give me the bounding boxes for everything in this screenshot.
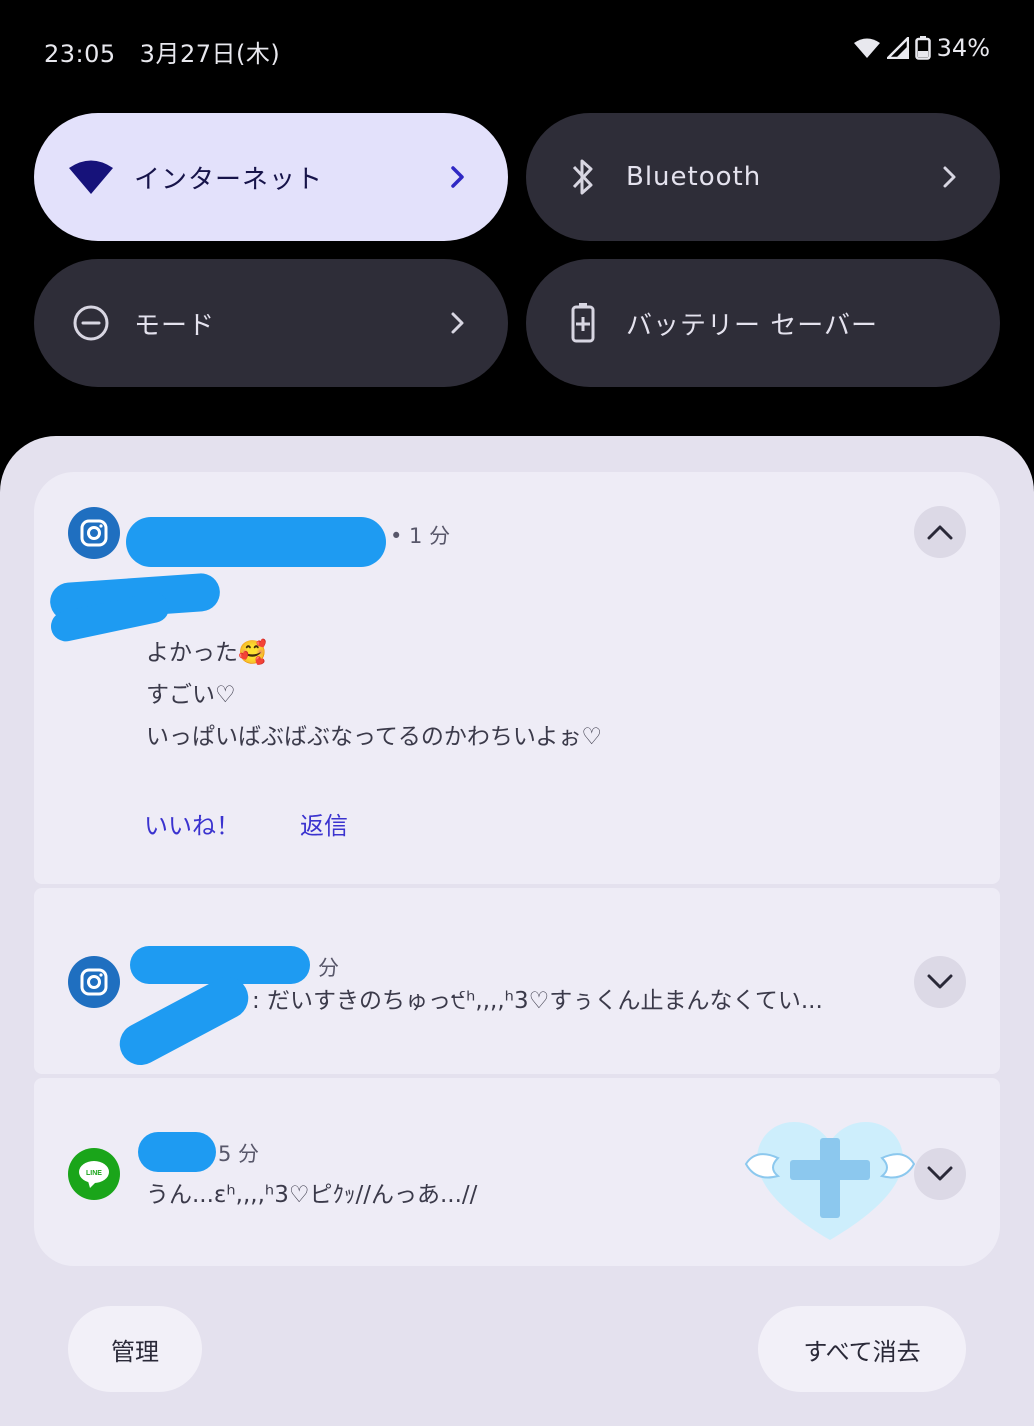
instagram-icon — [68, 507, 120, 559]
status-icons: 34% — [853, 34, 990, 62]
chevron-right-icon — [438, 303, 478, 343]
tile-bluetooth[interactable]: Bluetooth — [526, 113, 1000, 241]
notification-time: 5 分 — [218, 1142, 260, 1166]
manage-button[interactable]: 管理 — [68, 1306, 202, 1392]
tile-internet-label: インターネット — [134, 164, 324, 195]
expand-button[interactable] — [914, 1148, 966, 1200]
do-not-disturb-icon — [66, 298, 116, 348]
svg-text:LINE: LINE — [86, 1170, 102, 1177]
notification-instagram-expanded[interactable]: • 1 分 よかった🥰 すごい♡ いっぱいばぶばぶなってるのかわちいよぉ♡ いい… — [34, 472, 1000, 884]
bluetooth-icon — [558, 152, 608, 202]
battery-saver-icon — [558, 298, 608, 348]
tile-battery-saver-label: バッテリー セーバー — [626, 310, 879, 341]
line-app-icon: LINE — [68, 1148, 120, 1200]
clock: 23:05 — [44, 40, 116, 68]
redacted-sender-stroke — [112, 969, 256, 1073]
redacted-sender — [126, 517, 386, 567]
date: 3月27日(木) — [139, 40, 281, 68]
status-bar: 23:05 3月27日(木) 34% — [0, 0, 1034, 100]
notification-instagram-collapsed[interactable]: 分 : だいすきのちゅっ੯ʰ,,,,ʰ3♡すぅくん止まんなくてい... — [34, 888, 1000, 1074]
message-preview: : だいすきのちゅっ੯ʰ,,,,ʰ3♡すぅくん止まんなくてい... — [252, 988, 823, 1014]
chevron-up-icon — [927, 525, 953, 540]
tile-mode-label: モード — [134, 310, 216, 341]
message-preview: うん...ɛʰ,,,,ʰ3♡ピｸｯ//んっあ...// — [146, 1182, 478, 1208]
notification-time: 分 — [318, 956, 339, 980]
chevron-right-icon — [438, 157, 478, 197]
tile-internet[interactable]: インターネット — [34, 113, 508, 241]
battery-percent: 34% — [936, 34, 990, 62]
wifi-icon — [66, 152, 116, 202]
cell-signal-icon — [886, 37, 909, 59]
collapse-button[interactable] — [914, 506, 966, 558]
reply-button[interactable]: 返信 — [300, 806, 348, 841]
message-line-2: すごい♡ — [146, 682, 236, 708]
like-button[interactable]: いいね！ — [144, 806, 240, 841]
message-line-1: よかった🥰 — [146, 640, 267, 666]
notification-time: • 1 分 — [390, 524, 451, 548]
chevron-right-icon — [930, 157, 970, 197]
tile-battery-saver[interactable]: バッテリー セーバー — [526, 259, 1000, 387]
chevron-down-icon — [927, 974, 953, 989]
wifi-signal-icon — [853, 38, 880, 58]
tile-mode[interactable]: モード — [34, 259, 508, 387]
redacted-sender — [138, 1132, 216, 1172]
battery-icon — [914, 36, 931, 60]
instagram-icon — [68, 956, 120, 1008]
tile-bluetooth-label: Bluetooth — [626, 162, 762, 192]
clear-all-button[interactable]: すべて消去 — [758, 1306, 966, 1392]
message-line-3: いっぱいばぶばぶなってるのかわちいよぉ♡ — [146, 724, 603, 750]
notification-line[interactable]: LINE 5 分 うん...ɛʰ,,,,ʰ3♡ピｸｯ//んっあ...// — [34, 1078, 1000, 1266]
heart-sticker-icon — [744, 1121, 916, 1240]
status-left: 23:05 3月27日(木) — [44, 34, 304, 69]
chevron-down-icon — [927, 1166, 953, 1181]
expand-button[interactable] — [914, 956, 966, 1008]
